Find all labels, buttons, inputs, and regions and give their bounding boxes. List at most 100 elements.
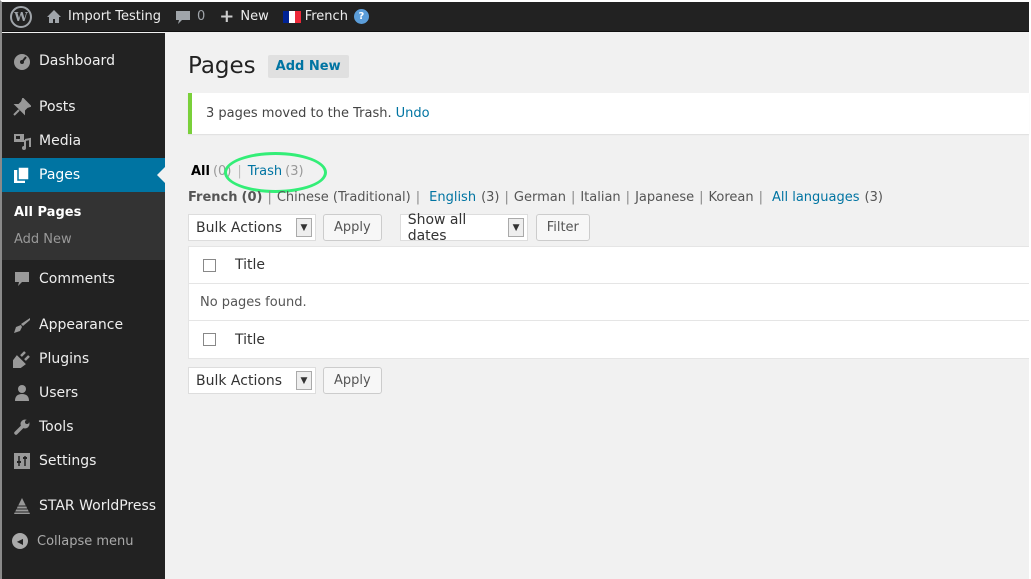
sidebar-item-label: Dashboard (39, 53, 115, 69)
table-empty-row: No pages found. (189, 284, 1029, 321)
sidebar-item-tools[interactable]: Tools (2, 410, 165, 444)
separator: | (504, 190, 509, 205)
view-trash-count: (3) (285, 164, 304, 179)
site-name: Import Testing (68, 9, 161, 24)
view-all-link[interactable]: All (191, 164, 210, 179)
select-all-checkbox-footer[interactable] (203, 333, 216, 346)
brush-icon (12, 315, 32, 335)
lang-german-link[interactable]: German (514, 190, 566, 205)
admin-sidebar: Dashboard Posts Media Pages All Pages Ad… (2, 33, 165, 579)
dashboard-icon (12, 51, 32, 71)
sidebar-item-label: Settings (39, 453, 97, 469)
sidebar-item-label: Comments (39, 271, 115, 287)
sidebar-item-label: Plugins (39, 351, 90, 367)
view-all-count: (0) (212, 164, 232, 179)
pyramid-icon (12, 496, 32, 516)
collapse-menu-button[interactable]: ◀ Collapse menu (2, 533, 165, 549)
wrench-icon (12, 417, 32, 437)
separator: | (625, 190, 631, 205)
media-icon (12, 131, 32, 151)
column-title-header[interactable]: Title (235, 257, 265, 273)
sidebar-item-star-worldpress[interactable]: STAR WorldPress (2, 489, 165, 523)
chevron-down-icon: ▼ (296, 371, 312, 390)
add-new-page-button[interactable]: Add New (267, 54, 349, 78)
lang-japanese-link[interactable]: Japanese (635, 190, 694, 205)
lang-english-count: (3) (481, 190, 500, 205)
pin-icon (12, 97, 32, 117)
sidebar-item-posts[interactable]: Posts (2, 90, 165, 124)
date-filter-select[interactable]: Show all dates ▼ (399, 211, 528, 244)
apply-button-bottom[interactable]: Apply (323, 367, 382, 394)
lang-korean-link[interactable]: Korean (708, 190, 753, 205)
trash-notice: 3 pages moved to the Trash. Undo (188, 93, 1029, 134)
separator: | (570, 190, 576, 205)
table-footer-row: Title (189, 321, 1029, 358)
tablenav-top: Bulk Actions ▼ Apply Show all dates ▼ Fi… (188, 211, 590, 244)
sidebar-item-settings[interactable]: Settings (2, 444, 165, 478)
lang-french-count: (0) (241, 190, 263, 205)
bulk-actions-value: Bulk Actions (196, 219, 283, 236)
sidebar-item-pages[interactable]: Pages (2, 158, 165, 192)
lang-chinese-link[interactable]: Chinese (Traditional) (277, 190, 411, 205)
sidebar-item-media[interactable]: Media (2, 124, 165, 158)
filter-button[interactable]: Filter (535, 214, 590, 241)
sidebar-item-label: Posts (39, 99, 76, 115)
table-header-row: Title (189, 247, 1029, 284)
sidebar-item-plugins[interactable]: Plugins (2, 342, 165, 376)
plugin-icon (12, 349, 32, 369)
pages-icon (12, 165, 32, 185)
wordpress-logo-icon: W (10, 5, 32, 28)
sidebar-item-label: Tools (39, 419, 74, 435)
lang-english-link[interactable]: English (429, 190, 476, 205)
settings-icon (12, 451, 32, 471)
sidebar-item-comments[interactable]: Comments (2, 262, 165, 296)
bulk-actions-select-bottom[interactable]: Bulk Actions ▼ (188, 367, 316, 394)
help-icon[interactable]: ? (353, 9, 369, 24)
site-name-link[interactable]: Import Testing (39, 2, 168, 32)
page-title: Pages (188, 53, 256, 79)
date-filter-value: Show all dates (407, 211, 467, 244)
select-all-checkbox[interactable] (203, 258, 216, 272)
separator: | (758, 190, 763, 205)
main-content: Pages Add New 3 pages moved to the Trash… (165, 33, 1029, 579)
sidebar-item-label: Users (39, 385, 79, 401)
language-label: French (304, 9, 348, 24)
collapse-arrow-icon: ◀ (12, 533, 28, 549)
view-trash-link[interactable]: Trash (248, 164, 282, 179)
collapse-menu-label: Collapse menu (37, 533, 134, 549)
new-content-menu[interactable]: + New (212, 2, 275, 32)
lang-italian-link[interactable]: Italian (580, 190, 620, 205)
column-title-footer[interactable]: Title (235, 332, 265, 348)
plus-icon: + (219, 6, 235, 27)
sidebar-item-label: Appearance (39, 317, 124, 333)
sidebar-item-users[interactable]: Users (2, 376, 165, 410)
french-flag-icon (282, 10, 301, 23)
page-heading: Pages Add New (188, 53, 349, 79)
lang-french-link[interactable]: French (188, 190, 238, 205)
no-items-message: No pages found. (200, 294, 307, 310)
status-filter-links: All (0) | Trash (3) (191, 164, 304, 179)
language-switcher[interactable]: French ? (276, 2, 376, 32)
pages-table: Title No pages found. Title (188, 246, 1029, 359)
separator: | (415, 190, 421, 205)
submenu-all-pages[interactable]: All Pages (2, 199, 165, 226)
language-filter-links: French (0) | Chinese (Traditional) | Eng… (188, 190, 883, 205)
new-label: New (240, 9, 269, 24)
pages-submenu: All Pages Add New (2, 192, 165, 260)
sidebar-item-appearance[interactable]: Appearance (2, 308, 165, 342)
submenu-add-new[interactable]: Add New (2, 226, 165, 253)
wp-logo-menu[interactable]: W (2, 2, 39, 32)
lang-all-count: (3) (864, 190, 883, 205)
bulk-actions-value: Bulk Actions (196, 372, 283, 389)
user-icon (12, 383, 32, 403)
undo-link[interactable]: Undo (396, 106, 430, 121)
separator: | (267, 190, 272, 205)
tablenav-bottom: Bulk Actions ▼ Apply (188, 367, 382, 394)
bulk-actions-select[interactable]: Bulk Actions ▼ (188, 214, 316, 241)
sidebar-item-dashboard[interactable]: Dashboard (2, 44, 165, 78)
admin-bar: W Import Testing 0 + New French ? (2, 2, 1029, 32)
comments-link[interactable]: 0 (168, 2, 212, 32)
sidebar-item-label: STAR WorldPress (39, 498, 157, 514)
apply-button[interactable]: Apply (323, 214, 382, 241)
lang-all-link[interactable]: All languages (772, 190, 860, 205)
